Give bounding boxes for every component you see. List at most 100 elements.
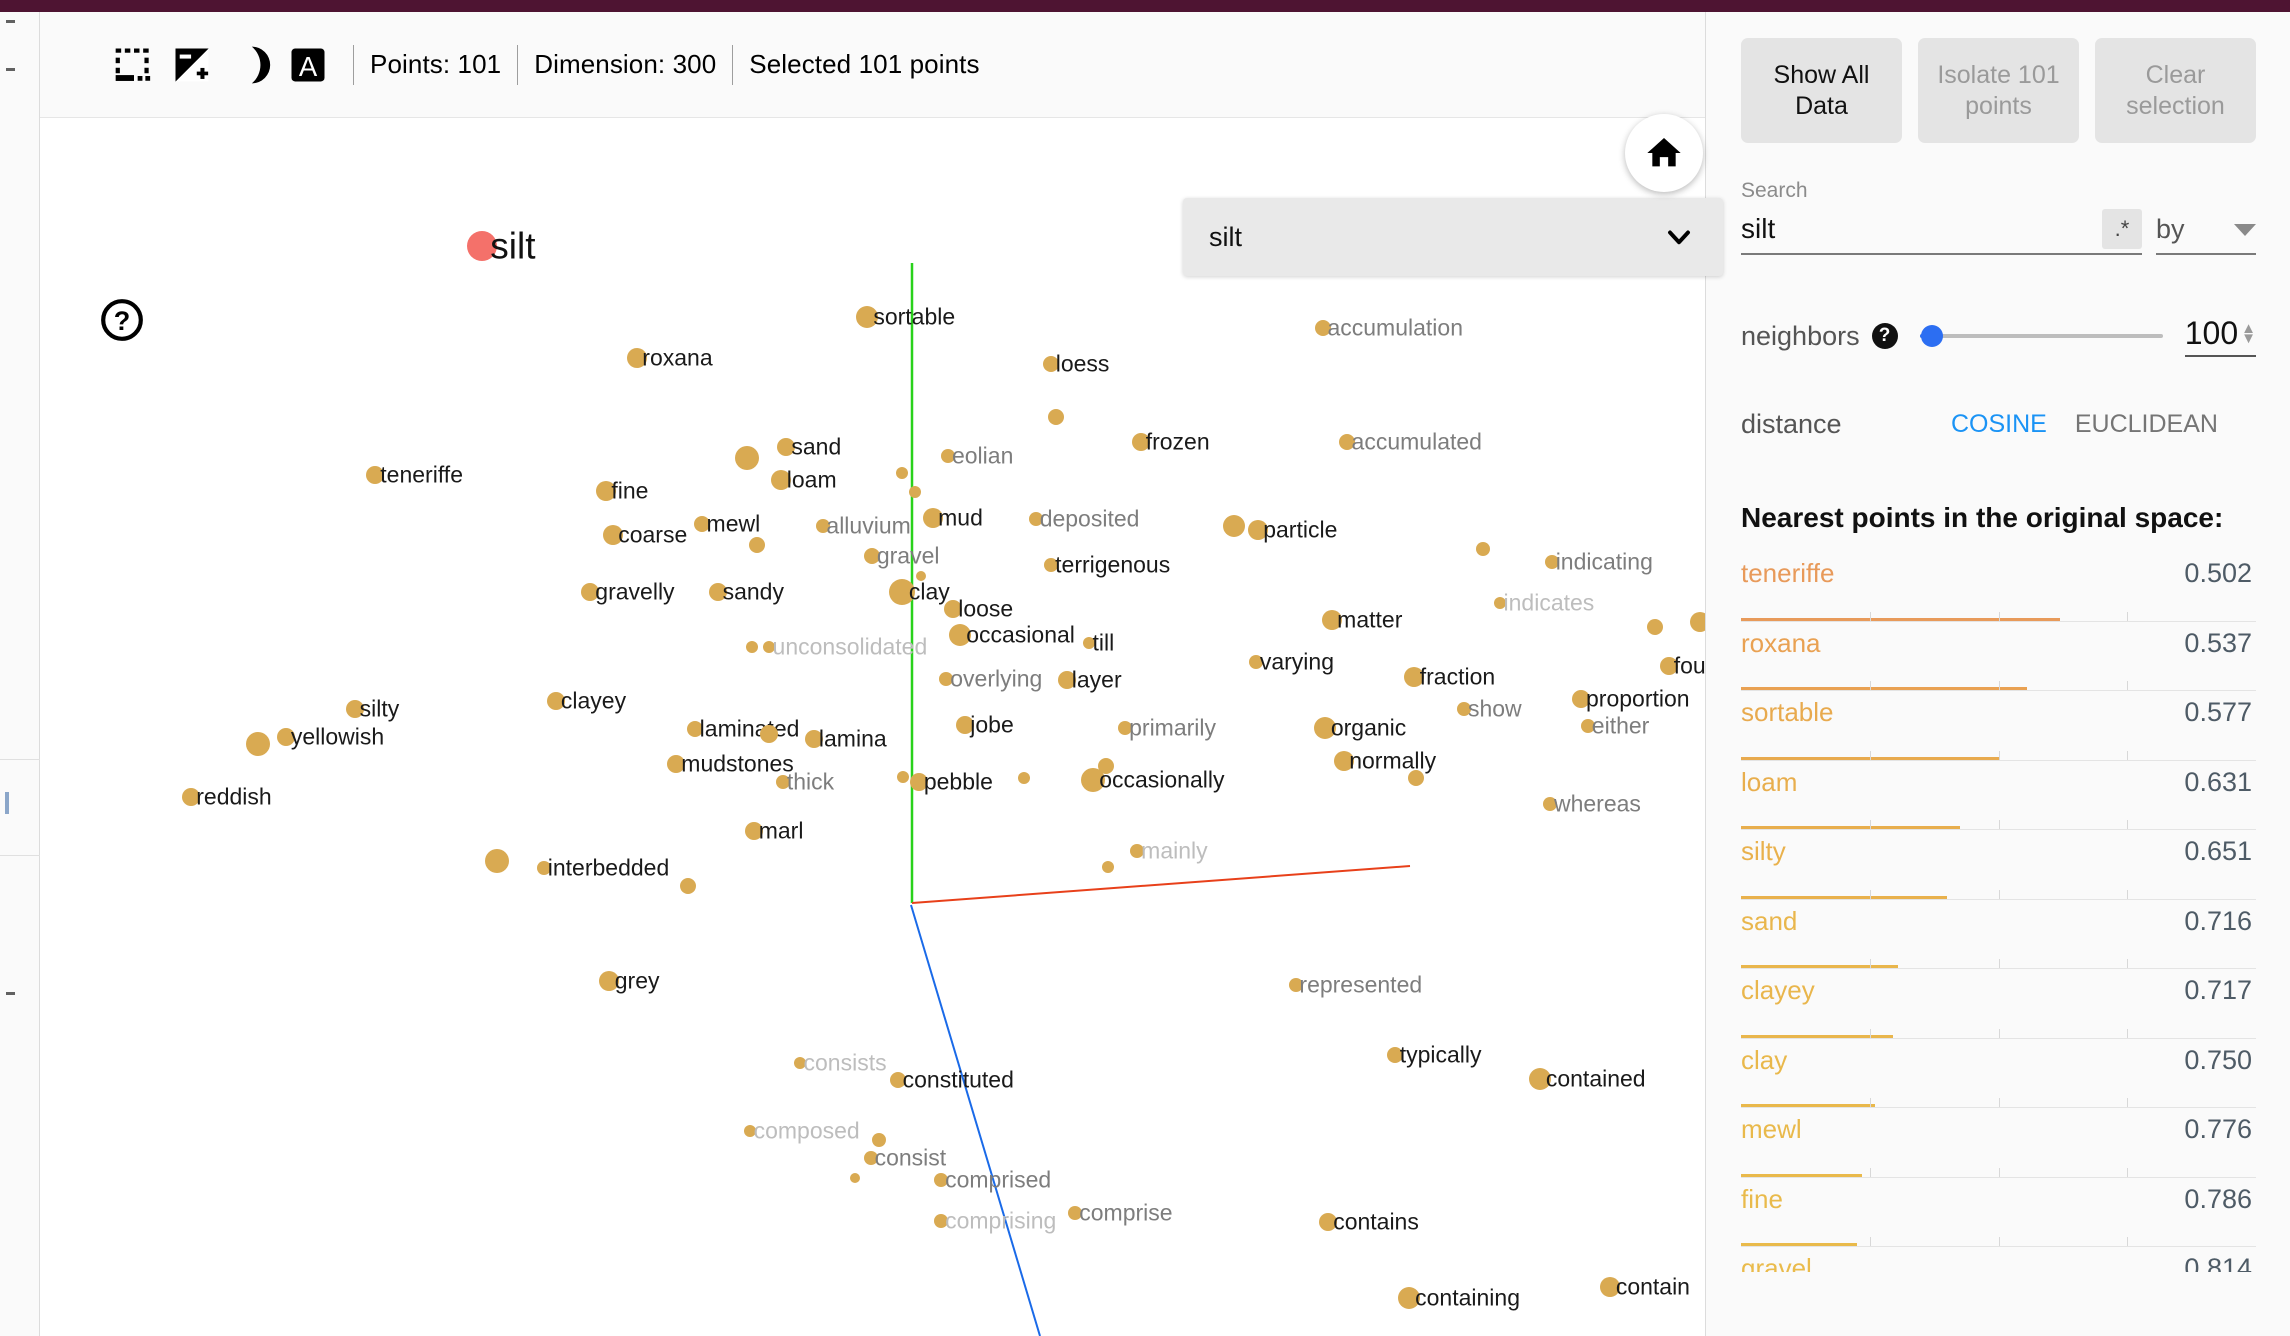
nearest-neighbor-word[interactable]: silty	[1741, 836, 1786, 867]
nearest-neighbor-row[interactable]: clay 0.750	[1741, 1039, 2256, 1108]
nearest-neighbor-tick	[1869, 750, 1871, 760]
nearest-neighbor-value: 0.716	[2184, 905, 2252, 936]
show-all-data-button[interactable]: Show All Data	[1741, 38, 1902, 143]
scatter-point-label: silty	[359, 695, 400, 722]
scatter-point-label: deposited	[1039, 505, 1140, 532]
nearest-neighbor-row[interactable]: loam 0.631	[1741, 761, 2256, 830]
isolate-points-button[interactable]: Isolate 101 points	[1918, 38, 2079, 143]
search-field-wrap: .*	[1741, 209, 2142, 255]
scatter-point[interactable]	[1476, 542, 1491, 557]
scatter-point[interactable]	[897, 770, 910, 783]
app-root: A Points: 101 Dimension: 300 Selected 10…	[0, 0, 2290, 1336]
nearest-neighbor-word[interactable]: roxana	[1741, 628, 1821, 659]
nearest-neighbor-bar	[1741, 1243, 1857, 1246]
scatter-point-label: occasional	[966, 621, 1075, 648]
nearest-neighbor-word[interactable]: fine	[1741, 1184, 1783, 1215]
nearest-neighbor-row[interactable]: clayey 0.717	[1741, 969, 2256, 1039]
viewer-toolbar: A Points: 101 Dimension: 300 Selected 10…	[40, 12, 1705, 118]
nearest-neighbor-row[interactable]: silty 0.651	[1741, 830, 2256, 900]
scatter-point[interactable]	[909, 486, 922, 499]
nearest-neighbor-tick	[1869, 820, 1871, 829]
nearest-neighbor-word[interactable]: clay	[1741, 1045, 1787, 1076]
scatter-point[interactable]	[1102, 860, 1115, 873]
nearest-neighbor-value: 0.776	[2184, 1114, 2252, 1144]
clear-selection-button[interactable]: Clear selection	[2095, 38, 2256, 143]
scatter-point-label: consist	[874, 1144, 947, 1171]
scatter-point[interactable]	[246, 731, 271, 756]
nearest-neighbor-row[interactable]: gravel 0.814	[1741, 1247, 2256, 1272]
scatter-point[interactable]	[1048, 408, 1065, 425]
nearest-neighbor-tick	[1998, 820, 2000, 829]
scatter-point[interactable]	[1017, 772, 1030, 785]
label-by-select[interactable]: silt	[1183, 198, 1723, 276]
scatter-point-label: accumulation	[1327, 314, 1463, 341]
nearest-neighbor-word[interactable]: loam	[1741, 767, 1797, 798]
scatter-point[interactable]	[1222, 514, 1245, 537]
nearest-neighbor-tick	[2127, 1237, 2129, 1246]
scatter-point-label: gravelly	[595, 578, 675, 605]
nearest-neighbor-word[interactable]: sand	[1741, 906, 1797, 937]
number-stepper[interactable]: ▲ ▼	[2241, 321, 2256, 346]
nearest-neighbor-value: 0.502	[2184, 558, 2252, 588]
scatter-point-label: overlying	[950, 665, 1043, 692]
select-rectangle-icon[interactable]	[105, 36, 163, 94]
scatter-point-label: frozen	[1145, 428, 1210, 455]
scatter-point[interactable]	[850, 1173, 861, 1184]
nearest-neighbor-row[interactable]: roxana 0.537	[1741, 622, 2256, 691]
scatter-point[interactable]	[680, 877, 697, 894]
scatter-point[interactable]	[1689, 612, 1705, 632]
help-circle-icon[interactable]: ?	[1871, 323, 1898, 349]
neighbors-slider[interactable]	[1919, 323, 2163, 349]
distance-row: distance COSINE EUCLIDEAN	[1741, 409, 2256, 440]
home-icon[interactable]	[1625, 114, 1703, 192]
nearest-neighbor-word[interactable]: teneriffe	[1741, 558, 1834, 589]
neighbors-row: neighbors ? 100 ▲ ▼	[1741, 315, 2256, 357]
search-by-select[interactable]: by	[2156, 214, 2256, 255]
nearest-neighbor-tick	[1869, 889, 1871, 899]
nearest-neighbor-row[interactable]: teneriffe 0.502	[1741, 552, 2256, 622]
regex-toggle-button[interactable]: .*	[2102, 209, 2142, 249]
scatter-point[interactable]	[734, 445, 759, 470]
nearest-neighbor-value: 0.631	[2184, 766, 2252, 797]
scatter-point[interactable]	[746, 641, 759, 654]
scatter-point[interactable]	[760, 725, 779, 744]
scatter-point-label: till	[1092, 629, 1115, 656]
scatter-point[interactable]	[1407, 770, 1424, 787]
scatter-point-label: alluvium	[826, 512, 911, 539]
distance-option-cosine[interactable]: COSINE	[1951, 410, 2047, 439]
image-adjust-icon[interactable]	[163, 36, 221, 94]
scatter-point[interactable]	[749, 536, 766, 553]
text-label-icon[interactable]: A	[279, 36, 337, 94]
nearest-neighbor-row[interactable]: sand 0.716	[1741, 900, 2256, 969]
nearest-neighbor-word[interactable]: mewl	[1741, 1114, 1802, 1145]
nearest-neighbor-word[interactable]: clayey	[1741, 975, 1815, 1006]
scatter-point-label: marl	[758, 817, 804, 844]
scatter-point[interactable]	[872, 1133, 887, 1148]
scatter-point-label: comprise	[1079, 1199, 1173, 1226]
scatter-point-label: coarse	[618, 521, 688, 548]
scatter-point-label: pebble	[923, 768, 993, 795]
nearest-neighbor-tick	[1869, 1167, 1871, 1177]
scatter-point[interactable]	[485, 848, 510, 873]
scatter-point-label: contain	[1615, 1273, 1690, 1300]
night-mode-icon[interactable]	[221, 36, 279, 94]
scatter-point-label: clayey	[560, 687, 627, 714]
nearest-neighbors-list[interactable]: teneriffe 0.502 roxana 0.537 sortable 0.577 lo…	[1741, 552, 2256, 1272]
scatter-point[interactable]	[1647, 618, 1664, 635]
nearest-neighbor-row[interactable]: fine 0.786	[1741, 1178, 2256, 1247]
slider-thumb[interactable]	[1920, 325, 1943, 347]
search-input[interactable]	[1741, 209, 2102, 253]
rail-section-2	[0, 760, 40, 856]
scatter-point-label: comprised	[945, 1166, 1052, 1193]
scatter-points-layer[interactable]: silt sortable roxana loess accumulation tener…	[40, 118, 1705, 1336]
neighbors-number-field[interactable]: 100 ▲ ▼	[2184, 315, 2256, 357]
nearest-neighbor-word[interactable]: sortable	[1741, 697, 1834, 728]
nearest-neighbor-row[interactable]: sortable 0.577	[1741, 691, 2256, 761]
distance-option-euclidean[interactable]: EUCLIDEAN	[2075, 410, 2218, 439]
scatter-point-label: consists	[803, 1049, 887, 1076]
scatter-point[interactable]	[1098, 757, 1115, 774]
scatter-canvas[interactable]: ? silt sortable roxana loess accumulation ten…	[40, 118, 1705, 1336]
nearest-neighbor-row[interactable]: mewl 0.776	[1741, 1108, 2256, 1178]
scatter-point[interactable]	[895, 467, 908, 480]
nearest-neighbor-word[interactable]: gravel	[1741, 1253, 1812, 1272]
